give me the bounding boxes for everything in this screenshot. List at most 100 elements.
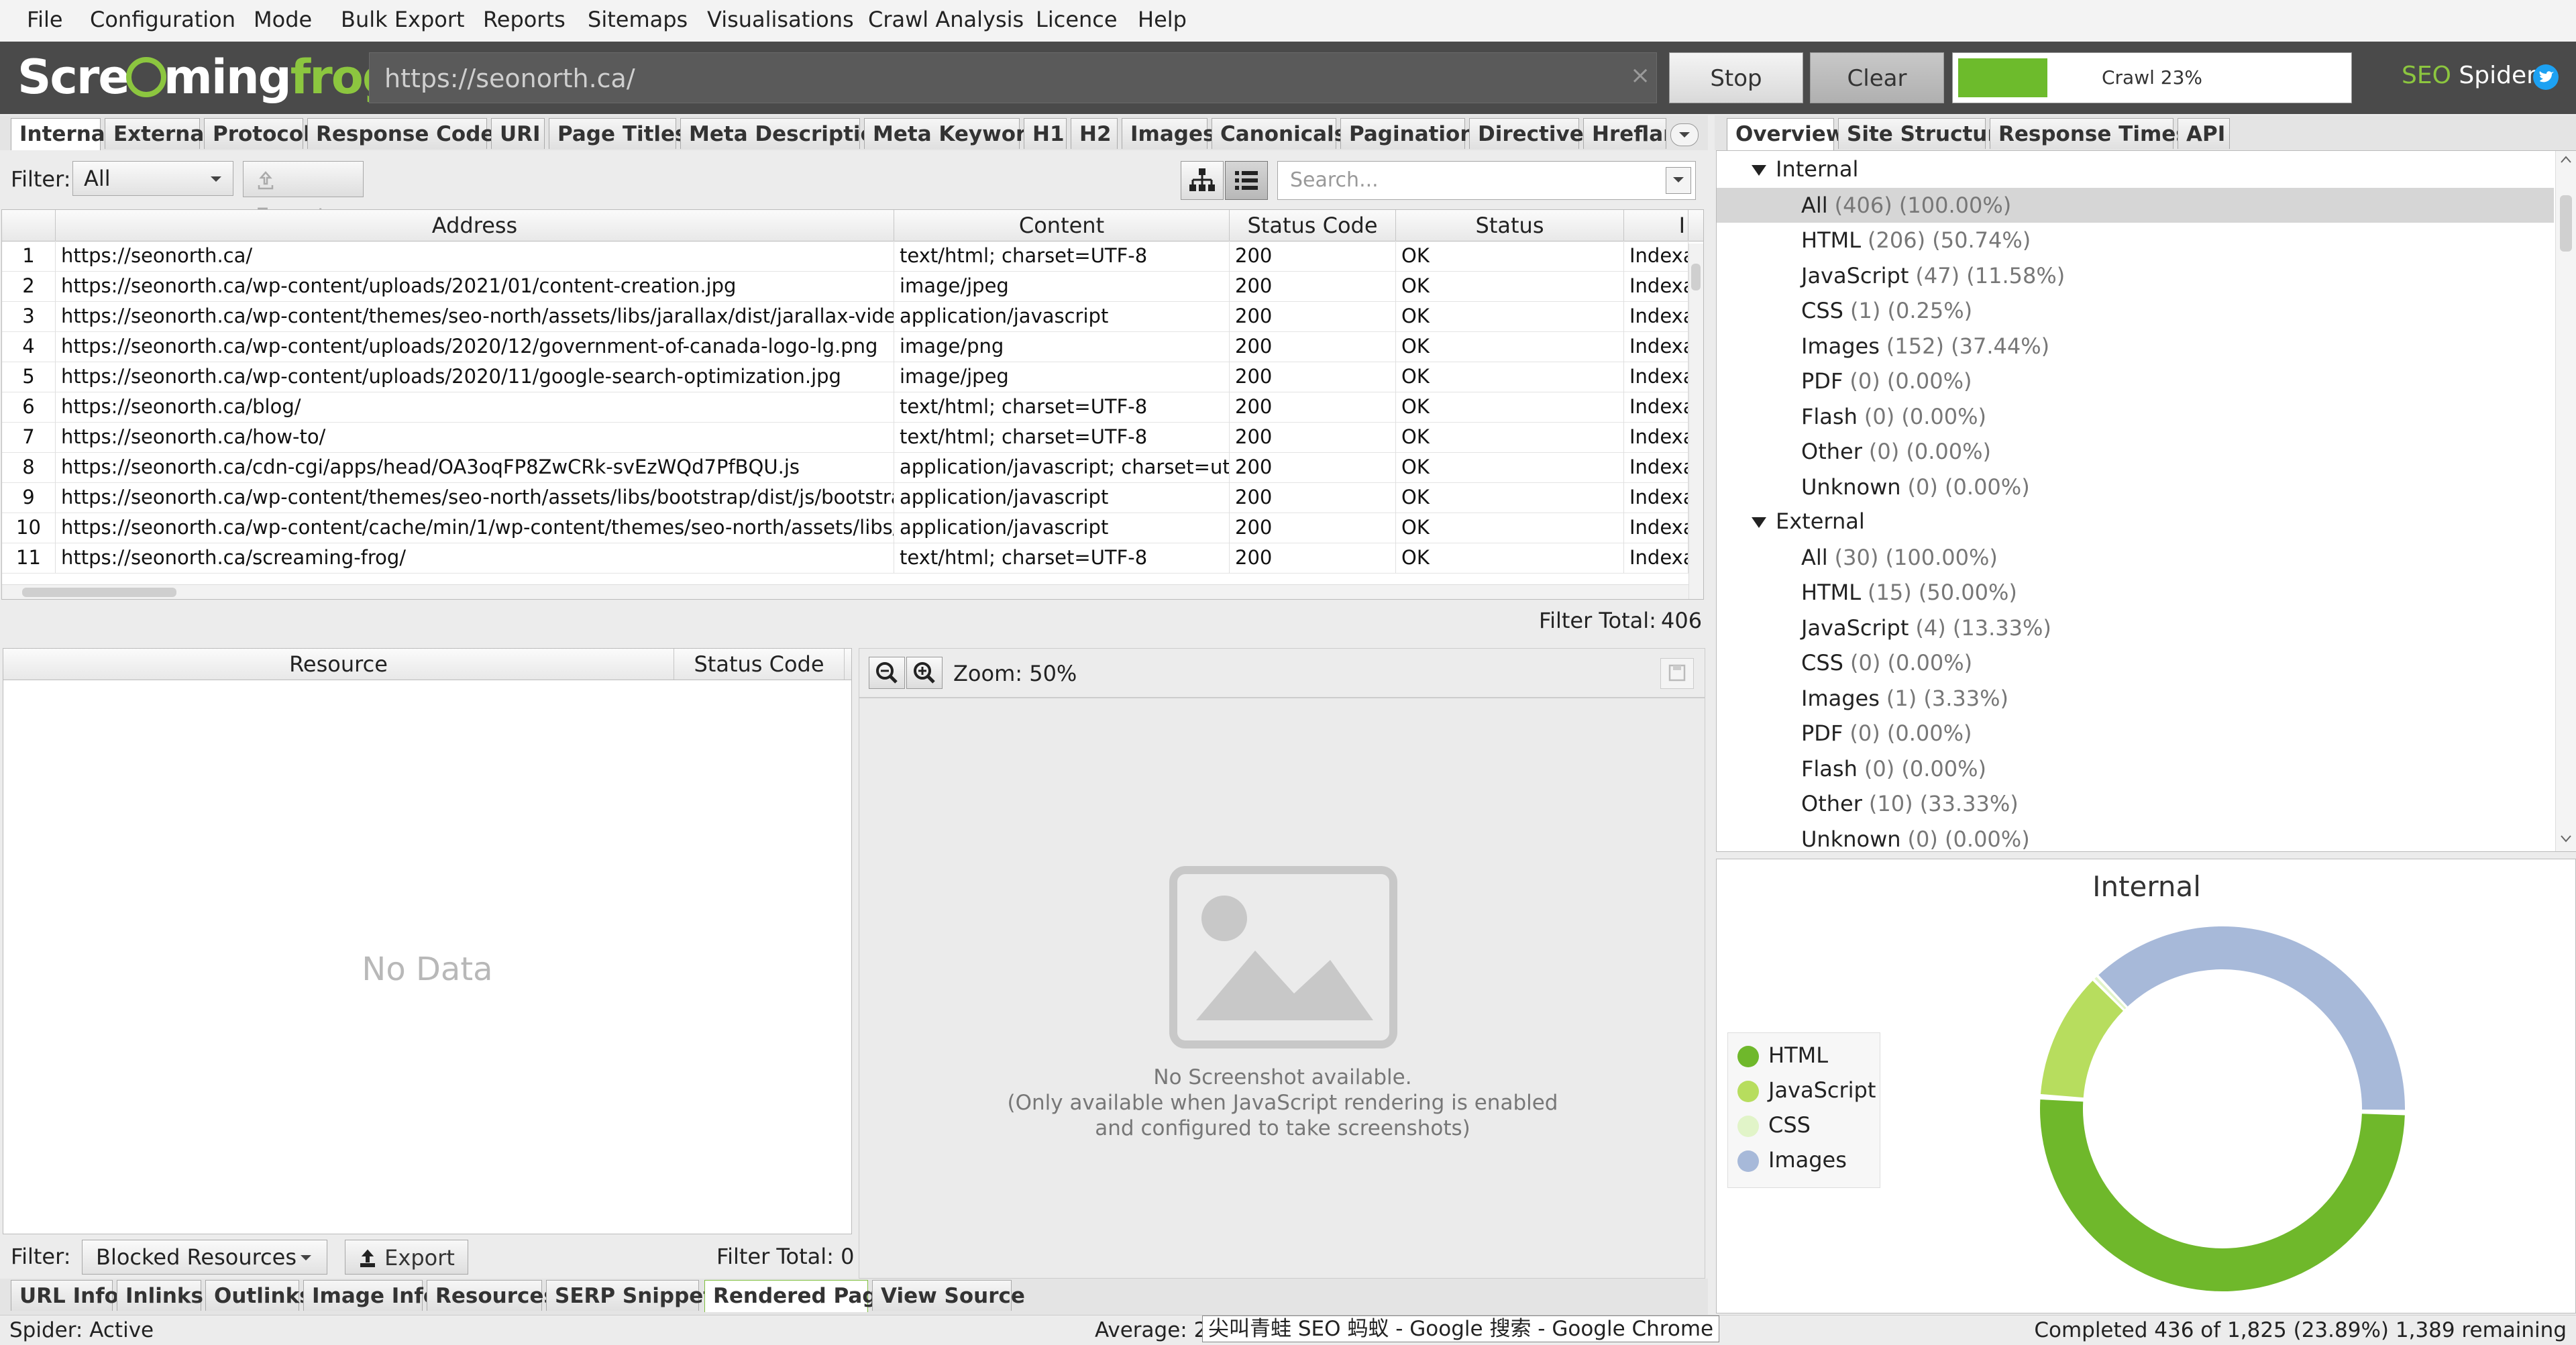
- tree-item-internal-flash[interactable]: Flash (0) (0.00%): [1717, 399, 2554, 435]
- menu-visualisations[interactable]: Visualisations: [707, 7, 854, 32]
- tree-item-external-flash[interactable]: Flash (0) (0.00%): [1717, 751, 2554, 787]
- menu-sitemaps[interactable]: Sitemaps: [588, 7, 688, 32]
- tree-item-external-other[interactable]: Other (10) (33.33%): [1717, 786, 2554, 822]
- tab-overflow-button[interactable]: [1670, 123, 1699, 146]
- column-header-content[interactable]: Content: [894, 210, 1230, 241]
- expand-triangle-icon[interactable]: [1752, 517, 1766, 528]
- tab-resources[interactable]: Resources: [427, 1280, 556, 1311]
- tab-rendered-page[interactable]: Rendered Page: [704, 1280, 892, 1312]
- stop-button[interactable]: Stop: [1669, 52, 1803, 103]
- tree-item-external-all[interactable]: All (30) (100.00%): [1717, 540, 2554, 576]
- tab-h2[interactable]: H2: [1071, 118, 1118, 149]
- table-row[interactable]: 5 https://seonorth.ca/wp-content/uploads/…: [2, 362, 1703, 392]
- search-input[interactable]: Search...: [1277, 161, 1696, 200]
- tab-overview[interactable]: Overview: [1727, 118, 1845, 150]
- table-row[interactable]: 10 https://seonorth.ca/wp-content/cache/m…: [2, 513, 1703, 543]
- tab-h1[interactable]: H1: [1024, 118, 1067, 149]
- scrollbar-thumb[interactable]: [2560, 195, 2572, 252]
- column-header-status[interactable]: Status: [1396, 210, 1624, 241]
- tree-item-internal-other[interactable]: Other (0) (0.00%): [1717, 434, 2554, 470]
- tree-item-internal-javascript[interactable]: JavaScript (47) (11.58%): [1717, 258, 2554, 294]
- tree-vertical-scrollbar[interactable]: [2555, 151, 2576, 851]
- expand-triangle-icon[interactable]: [1752, 165, 1766, 176]
- menu-bulk-export[interactable]: Bulk Export: [341, 7, 465, 32]
- tree-item-external-pdf[interactable]: PDF (0) (0.00%): [1717, 716, 2554, 751]
- save-screenshot-button[interactable]: [1660, 658, 1694, 689]
- tab-url-info[interactable]: URL Info: [11, 1280, 119, 1311]
- export-button[interactable]: Export: [243, 161, 364, 229]
- tab-internal[interactable]: Internal: [11, 118, 112, 150]
- menu-file[interactable]: File: [27, 7, 63, 32]
- tab-view-source[interactable]: View Source: [872, 1280, 1025, 1311]
- chevron-up-icon[interactable]: [2559, 154, 2573, 166]
- table-row[interactable]: 3 https://seonorth.ca/wp-content/themes/s…: [2, 301, 1703, 332]
- tab-inlinks[interactable]: Inlinks: [117, 1280, 203, 1311]
- twitter-icon[interactable]: [2533, 64, 2559, 90]
- scrollbar-thumb[interactable]: [1691, 264, 1701, 290]
- tree-view-button[interactable]: [1181, 161, 1224, 200]
- tab-uri[interactable]: URI: [491, 118, 545, 149]
- table-horizontal-scrollbar[interactable]: [2, 584, 1688, 599]
- tab-canonicals[interactable]: Canonicals: [1212, 118, 1346, 149]
- resource-export-button[interactable]: Export: [345, 1240, 468, 1275]
- tree-item-internal-html[interactable]: HTML (206) (50.74%): [1717, 223, 2554, 258]
- tab-response-times[interactable]: Response Times: [1990, 118, 2188, 149]
- table-row[interactable]: 4 https://seonorth.ca/wp-content/uploads/…: [2, 331, 1703, 362]
- tab-directives[interactable]: Directives: [1469, 118, 1596, 149]
- filter-select[interactable]: All: [72, 161, 233, 196]
- tree-item-external-javascript[interactable]: JavaScript (4) (13.33%): [1717, 610, 2554, 646]
- column-header-indexability[interactable]: I: [1624, 210, 1688, 241]
- clear-button[interactable]: Clear: [1810, 52, 1944, 103]
- table-row[interactable]: 8 https://seonorth.ca/cdn-cgi/apps/head/O…: [2, 452, 1703, 483]
- tree-item-external-images[interactable]: Images (1) (3.33%): [1717, 681, 2554, 716]
- tab-pagination[interactable]: Pagination: [1340, 118, 1474, 149]
- menu-help[interactable]: Help: [1138, 7, 1187, 32]
- column-header-index[interactable]: [2, 210, 56, 241]
- tab-site-structure[interactable]: Site Structure: [1838, 118, 2012, 149]
- zoom-out-button[interactable]: [869, 657, 905, 689]
- tab-external[interactable]: External: [105, 118, 211, 149]
- menu-configuration[interactable]: Configuration: [90, 7, 235, 32]
- column-header-address[interactable]: Address: [56, 210, 894, 241]
- tree-group-internal[interactable]: Internal: [1752, 156, 1858, 182]
- tree-item-internal-images[interactable]: Images (152) (37.44%): [1717, 329, 2554, 364]
- table-row[interactable]: 2 https://seonorth.ca/wp-content/uploads/…: [2, 271, 1703, 302]
- table-row[interactable]: 11 https://seonorth.ca/screaming-frog/tex…: [2, 543, 1703, 574]
- table-vertical-scrollbar[interactable]: [1688, 244, 1703, 599]
- table-row[interactable]: 7 https://seonorth.ca/how-to/text/html; c…: [2, 422, 1703, 453]
- tree-group-external[interactable]: External: [1752, 508, 1865, 534]
- tab-hreflang[interactable]: Hreflang: [1583, 118, 1666, 149]
- menu-mode[interactable]: Mode: [254, 7, 312, 32]
- table-row[interactable]: 6 https://seonorth.ca/blog/text/html; cha…: [2, 392, 1703, 423]
- tree-item-external-css[interactable]: CSS (0) (0.00%): [1717, 645, 2554, 681]
- tree-item-external-unknown[interactable]: Unknown (0) (0.00%): [1717, 822, 2554, 857]
- chevron-down-icon[interactable]: [2559, 832, 2573, 845]
- column-header-status-code[interactable]: Status Code: [1230, 210, 1396, 241]
- tree-item-internal-css[interactable]: CSS (1) (0.25%): [1717, 293, 2554, 329]
- tab-response-codes[interactable]: Response Codes: [307, 118, 507, 149]
- scrollbar-thumb[interactable]: [22, 588, 176, 597]
- search-options-button[interactable]: [1666, 167, 1691, 194]
- list-view-button[interactable]: [1225, 161, 1268, 200]
- table-row[interactable]: 1 https://seonorth.ca/text/html; charset=…: [2, 241, 1703, 272]
- tree-item-internal-all[interactable]: All (406) (100.00%): [1717, 187, 2554, 223]
- tab-serp-snippet[interactable]: SERP Snippet: [546, 1280, 713, 1311]
- tree-item-internal-unknown[interactable]: Unknown (0) (0.00%): [1717, 470, 2554, 505]
- menu-crawl-analysis[interactable]: Crawl Analysis: [868, 7, 1024, 32]
- menu-reports[interactable]: Reports: [483, 7, 566, 32]
- tab-outlinks[interactable]: Outlinks: [205, 1280, 312, 1311]
- column-header-resource-status[interactable]: Status Code: [674, 649, 845, 680]
- tree-item-external-html[interactable]: HTML (15) (50.00%): [1717, 575, 2554, 610]
- tab-image-info[interactable]: Image Info: [303, 1280, 437, 1311]
- zoom-in-button[interactable]: [906, 657, 943, 689]
- tab-api[interactable]: API: [2178, 118, 2230, 149]
- table-row[interactable]: 9 https://seonorth.ca/wp-content/themes/s…: [2, 482, 1703, 513]
- url-input[interactable]: https://seonorth.ca/: [369, 52, 1657, 103]
- tree-item-internal-pdf[interactable]: PDF (0) (0.00%): [1717, 364, 2554, 399]
- menu-licence[interactable]: Licence: [1036, 7, 1118, 32]
- clear-url-icon[interactable]: ×: [1630, 62, 1650, 89]
- tab-images[interactable]: Images: [1122, 118, 1215, 149]
- resource-filter-select[interactable]: Blocked Resources: [82, 1240, 327, 1275]
- column-header-resource[interactable]: Resource: [3, 649, 674, 680]
- tab-meta-description[interactable]: Meta Description: [680, 118, 890, 149]
